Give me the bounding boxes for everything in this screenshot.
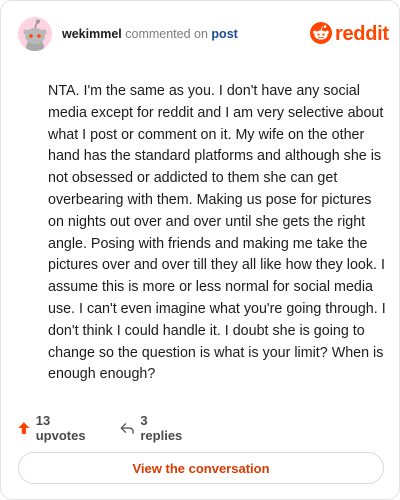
brand-wordmark: reddit [335,23,389,45]
action-text: commented on [125,27,208,41]
post-link[interactable]: post [211,27,237,41]
comment-card: wekimmel commented on post reddit NTA. I… [0,0,400,500]
reply-count: 3 replies [140,413,183,443]
comment-header: wekimmel commented on post reddit [18,17,389,51]
replies-button[interactable]: 3 replies [120,413,185,443]
upvote-button[interactable]: 13 upvotes [18,413,89,443]
reddit-snoo-icon [310,22,332,44]
byline: wekimmel commented on post [62,27,238,41]
avatar[interactable] [18,17,52,51]
snoo-avatar-icon [23,19,47,51]
comment-body: NTA. I'm the same as you. I don't have a… [48,83,386,383]
upvote-arrow-icon [18,422,30,434]
view-conversation-button[interactable]: View the conversation [18,452,384,484]
upvote-count: 13 upvotes [35,413,86,443]
reddit-logo[interactable]: reddit [310,22,389,46]
reply-arrow-icon [120,422,134,434]
username[interactable]: wekimmel [62,27,122,41]
